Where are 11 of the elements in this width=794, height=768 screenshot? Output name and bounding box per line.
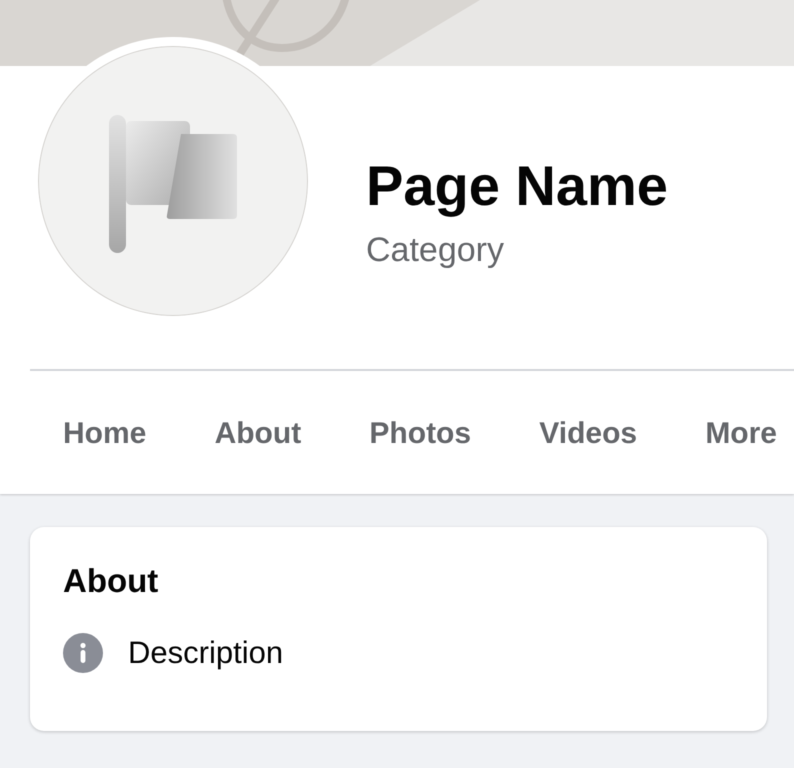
page-category: Category <box>366 230 505 272</box>
tab[interactable]: About <box>214 407 302 462</box>
tab[interactable]: Home <box>63 407 146 462</box>
tab[interactable]: More <box>705 407 777 462</box>
description-text: Description <box>128 634 284 672</box>
page-name: Page Name <box>366 154 668 218</box>
tab[interactable]: Videos <box>539 407 638 462</box>
card-title: About <box>63 561 160 601</box>
tab[interactable]: Photos <box>369 407 472 462</box>
flag-icon <box>109 115 237 253</box>
info-icon <box>63 632 103 673</box>
